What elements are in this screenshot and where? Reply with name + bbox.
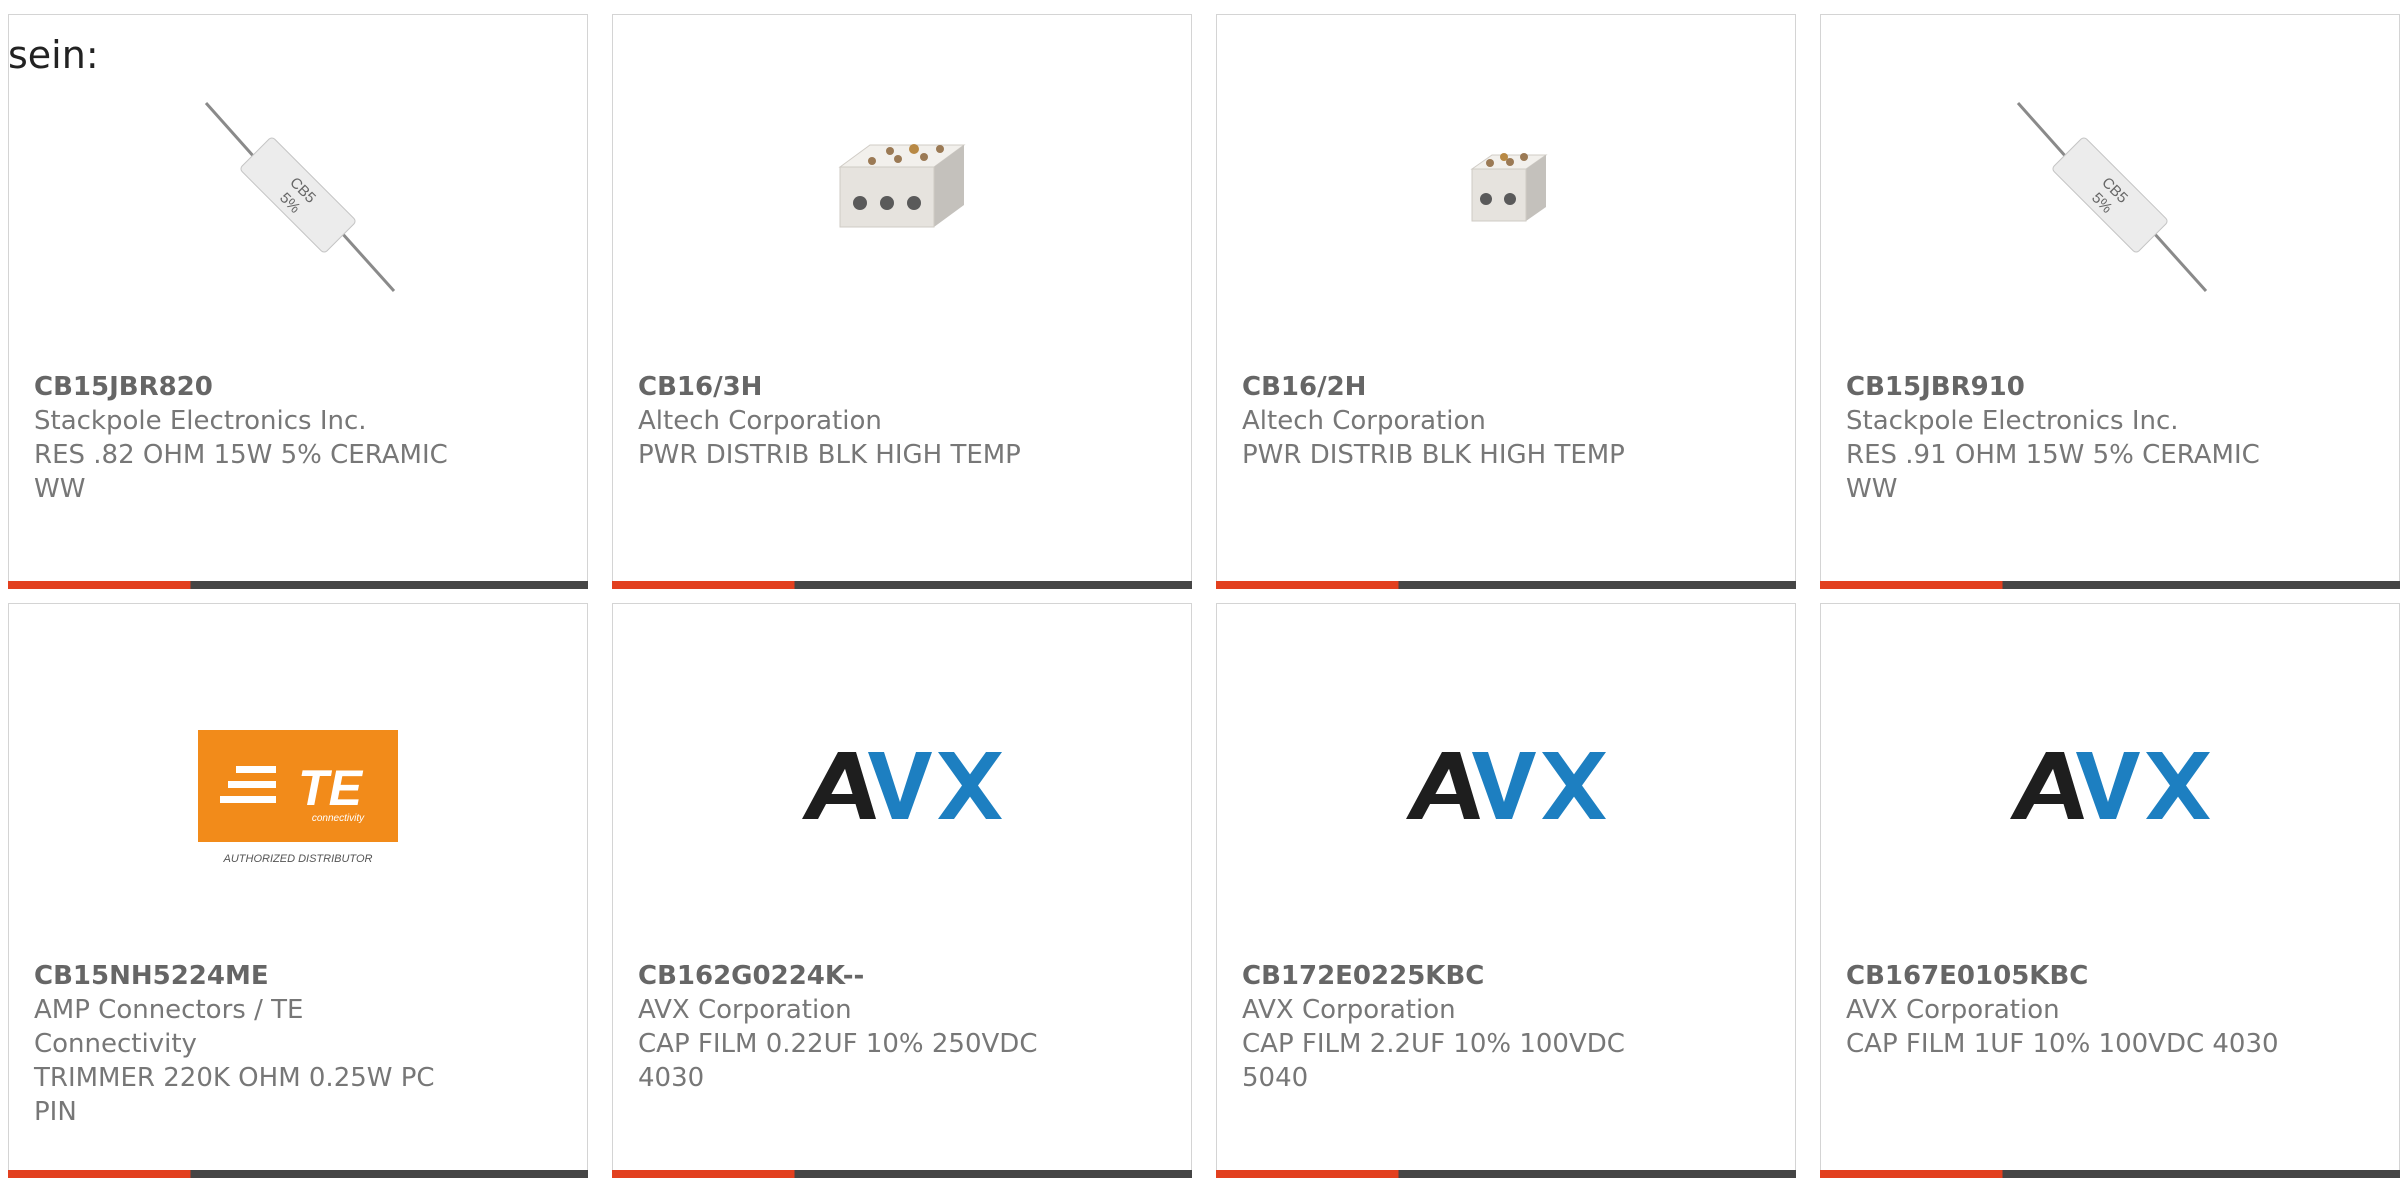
card-accent-bar xyxy=(8,581,588,589)
intro-text: sein: xyxy=(8,33,99,77)
card-accent-bar xyxy=(1216,1170,1796,1178)
product-card[interactable]: CB5 5% CB15JBR910 Stackpole Electronics … xyxy=(1820,14,2400,589)
part-number[interactable]: CB15NH5224ME xyxy=(34,959,474,993)
card-accent-bar xyxy=(1820,1170,2400,1178)
manufacturer: AMP Connectors / TE Connectivity xyxy=(34,995,304,1059)
product-card[interactable]: CB16/2H Altech Corporation PWR DISTRIB B… xyxy=(1216,14,1796,589)
te-logo[interactable]: TE connectivity AUTHORIZED DISTRIBUTOR xyxy=(198,684,398,884)
product-card[interactable]: CB16/3H Altech Corporation PWR DISTRIB B… xyxy=(612,14,1192,589)
product-image[interactable]: CB5 5% xyxy=(2010,95,2210,295)
product-card[interactable]: CB172E0225KBC AVX Corporation CAP FILM 2… xyxy=(1216,603,1796,1178)
product-description: CAP FILM 0.22UF 10% 250VDC 4030 xyxy=(638,1029,1038,1093)
product-card[interactable]: CB167E0105KBC AVX Corporation CAP FILM 1… xyxy=(1820,603,2400,1178)
product-card[interactable]: TE connectivity AUTHORIZED DISTRIBUTOR C… xyxy=(8,603,588,1178)
manufacturer: AVX Corporation xyxy=(638,995,852,1025)
card-accent-bar xyxy=(1216,581,1796,589)
card-accent-bar xyxy=(8,1170,588,1178)
product-description: CAP FILM 2.2UF 10% 100VDC 5040 xyxy=(1242,1029,1625,1093)
avx-logo[interactable] xyxy=(2010,684,2210,884)
avx-logo[interactable] xyxy=(802,684,1002,884)
product-description: TRIMMER 220K OHM 0.25W PC PIN xyxy=(34,1063,435,1127)
manufacturer: Stackpole Electronics Inc. xyxy=(1846,406,2179,436)
manufacturer: AVX Corporation xyxy=(1242,995,1456,1025)
manufacturer: AVX Corporation xyxy=(1846,995,2060,1025)
manufacturer: Altech Corporation xyxy=(1242,406,1486,436)
part-number[interactable]: CB167E0105KBC xyxy=(1846,959,2286,993)
product-image[interactable] xyxy=(1406,95,1606,295)
manufacturer: Altech Corporation xyxy=(638,406,882,436)
part-number[interactable]: CB16/3H xyxy=(638,370,1078,404)
te-logo-mark: TE xyxy=(298,760,364,816)
card-accent-bar xyxy=(1820,581,2400,589)
product-description: CAP FILM 1UF 10% 100VDC 4030 xyxy=(1846,1029,2279,1059)
product-card[interactable]: CB5 5% CB15JBR820 Stackpole Electronics … xyxy=(8,14,588,589)
te-logo-caption: AUTHORIZED DISTRIBUTOR xyxy=(223,853,373,865)
product-description: PWR DISTRIB BLK HIGH TEMP xyxy=(638,440,1021,470)
product-image[interactable] xyxy=(802,95,1002,295)
part-number[interactable]: CB15JBR910 xyxy=(1846,370,2286,404)
product-description: PWR DISTRIB BLK HIGH TEMP xyxy=(1242,440,1625,470)
te-logo-subtext: connectivity xyxy=(312,813,365,824)
avx-logo[interactable] xyxy=(1406,684,1606,884)
product-description: RES .82 OHM 15W 5% CERAMIC WW xyxy=(34,440,448,504)
product-description: RES .91 OHM 15W 5% CERAMIC WW xyxy=(1846,440,2260,504)
card-accent-bar xyxy=(612,581,1192,589)
part-number[interactable]: CB16/2H xyxy=(1242,370,1682,404)
manufacturer: Stackpole Electronics Inc. xyxy=(34,406,367,436)
part-number[interactable]: CB15JBR820 xyxy=(34,370,474,404)
part-number[interactable]: CB172E0225KBC xyxy=(1242,959,1682,993)
part-number[interactable]: CB162G0224K-- xyxy=(638,959,1078,993)
product-image[interactable]: CB5 5% xyxy=(198,95,398,295)
card-accent-bar xyxy=(612,1170,1192,1178)
product-card[interactable]: CB162G0224K-- AVX Corporation CAP FILM 0… xyxy=(612,603,1192,1178)
